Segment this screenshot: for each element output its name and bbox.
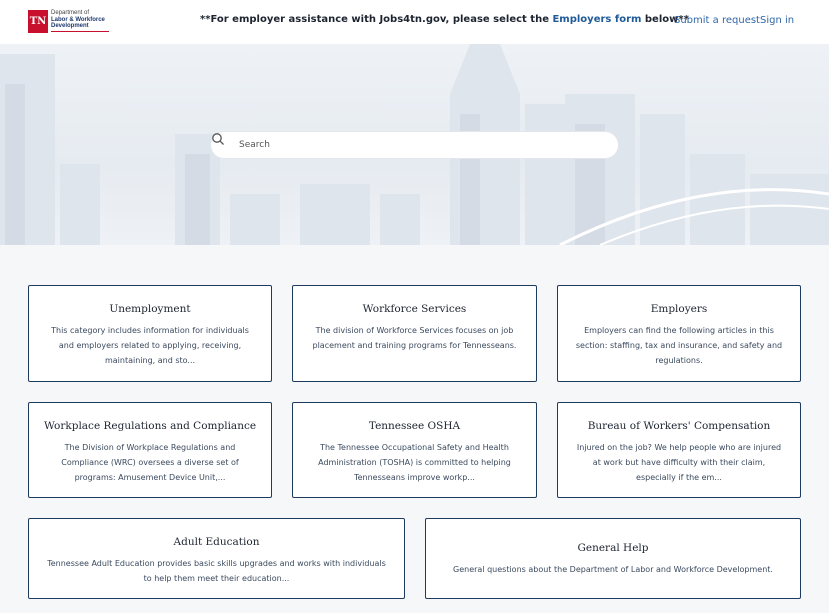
card-description: This category includes information for i… [51,326,249,365]
card-title: Employers [650,303,708,315]
card-title: Tennessee OSHA [368,420,461,432]
card-title: Unemployment [109,303,191,315]
category-card-workforce-services[interactable]: Workforce Services The division of Workf… [292,285,537,382]
card-title: Adult Education [173,536,260,548]
card-description: Employers can find the following article… [575,326,783,365]
logo-line-3: Development [51,23,89,30]
card-title: Workplace Regulations and Compliance [43,420,257,432]
tn-labor-logo[interactable]: TN Department of Labor & Workforce Devel… [28,8,110,34]
notice-prefix: **For employer assistance with Jobs4tn.g… [200,14,553,25]
card-title: Workforce Services [362,303,467,315]
submit-request-link[interactable]: Submit a request [674,15,760,26]
logo-wordmark: Department of Labor & Workforce Developm… [51,10,109,32]
employers-form-link[interactable]: Employers form [552,14,641,25]
card-description: Injured on the job? We help people who a… [576,443,782,482]
category-card-general-help[interactable]: General Help General questions about the… [425,518,801,599]
category-card-employers[interactable]: Employers Employers can find the followi… [557,285,801,382]
hero-banner [0,44,829,245]
card-description: General questions about the Department o… [453,565,773,574]
category-card-workplace-regulations[interactable]: Workplace Regulations and Compliance The… [28,402,272,498]
search-input[interactable] [239,132,609,158]
card-description: Tennessee Adult Education provides basic… [47,559,386,583]
category-card-unemployment[interactable]: Unemployment This category includes info… [28,285,272,382]
category-card-adult-education[interactable]: Adult Education Tennessee Adult Educatio… [28,518,405,599]
tn-badge: TN [28,9,48,33]
search-icon [212,133,224,145]
category-card-workers-compensation[interactable]: Bureau of Workers' Compensation Injured … [557,402,801,498]
category-card-tennessee-osha[interactable]: Tennessee OSHA The Tennessee Occupationa… [292,402,537,498]
search-bar [211,132,618,158]
card-description: The Division of Workplace Regulations an… [61,443,239,482]
sign-in-link[interactable]: Sign in [760,15,794,26]
card-description: The division of Workforce Services focus… [312,326,517,350]
card-title: General Help [577,542,649,554]
card-title: Bureau of Workers' Compensation [587,420,771,432]
employer-notice: **For employer assistance with Jobs4tn.g… [200,14,689,25]
card-description: The Tennessee Occupational Safety and He… [318,443,511,482]
site-header: TN Department of Labor & Workforce Devel… [0,0,829,44]
